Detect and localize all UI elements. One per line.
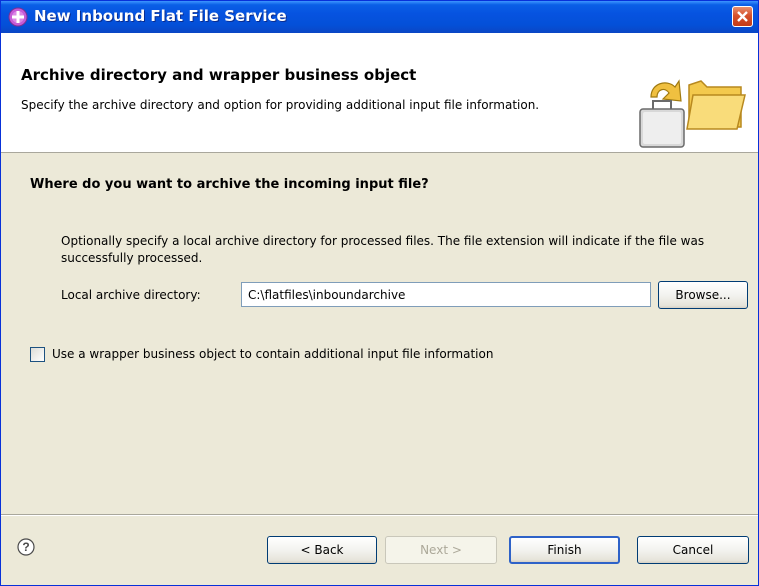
close-icon [737, 11, 748, 22]
window-title: New Inbound Flat File Service [34, 7, 287, 25]
page-title: Archive directory and wrapper business o… [21, 66, 417, 84]
svg-text:?: ? [22, 540, 29, 554]
cancel-button[interactable]: Cancel [637, 536, 749, 564]
wrapper-business-object-checkbox[interactable] [30, 347, 45, 362]
archive-directory-label: Local archive directory: [61, 288, 201, 302]
wrapper-checkbox-label[interactable]: Use a wrapper business object to contain… [52, 347, 493, 361]
archive-directory-input[interactable] [241, 282, 651, 307]
back-button[interactable]: < Back [267, 536, 377, 564]
section-title: Where do you want to archive the incomin… [30, 177, 429, 192]
close-button[interactable] [732, 6, 753, 27]
title-bar[interactable]: New Inbound Flat File Service [1, 1, 758, 33]
help-icon[interactable]: ? [17, 538, 35, 556]
page-description: Specify the archive directory and option… [21, 98, 540, 112]
footer-divider [1, 514, 758, 516]
next-button[interactable]: Next > [385, 536, 497, 564]
finish-button[interactable]: Finish [509, 536, 620, 564]
dialog-window: New Inbound Flat File Service Archive di… [0, 0, 759, 586]
archive-folder-icon [639, 79, 746, 148]
archive-description: Optionally specify a local archive direc… [61, 234, 705, 265]
browse-button[interactable]: Browse... [658, 281, 748, 309]
plus-circle-icon [8, 7, 28, 27]
